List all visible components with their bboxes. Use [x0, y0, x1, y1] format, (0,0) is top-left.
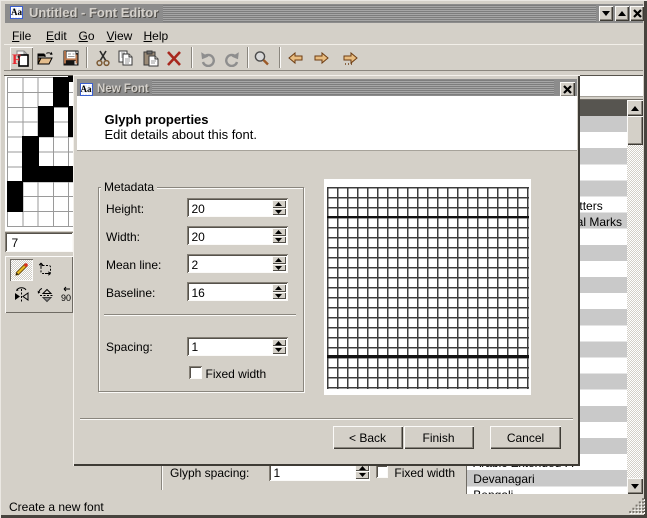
svg-text:F: F	[12, 52, 21, 68]
svg-text:90: 90	[61, 293, 71, 303]
